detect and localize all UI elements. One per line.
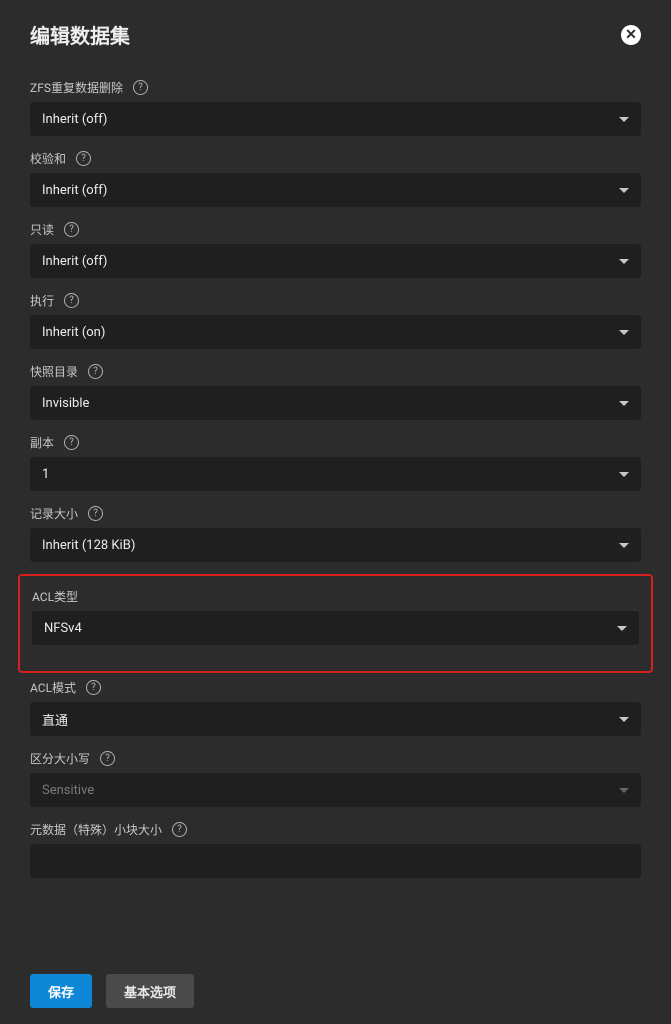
field-acl-mode: ACL模式 ? 直通 (30, 679, 641, 736)
dialog-content: ZFS重复数据删除 ? Inherit (off) 校验和 ? Inherit … (0, 79, 671, 878)
case-sensitivity-select: Sensitive (30, 773, 641, 807)
chevron-down-icon (619, 543, 629, 548)
help-icon[interactable]: ? (76, 151, 91, 166)
help-icon[interactable]: ? (133, 80, 148, 95)
field-metadata-special-block: 元数据（特殊）小块大小 ? (30, 821, 641, 878)
help-icon[interactable]: ? (64, 435, 79, 450)
help-icon[interactable]: ? (172, 822, 187, 837)
chevron-down-icon (619, 401, 629, 406)
readonly-select[interactable]: Inherit (off) (30, 244, 641, 278)
select-value: Invisible (42, 396, 89, 411)
field-label: 只读 (30, 221, 54, 238)
select-value: Sensitive (42, 783, 94, 798)
help-icon[interactable]: ? (100, 751, 115, 766)
help-icon[interactable]: ? (86, 680, 101, 695)
save-button[interactable]: 保存 (30, 974, 92, 1008)
checksum-select[interactable]: Inherit (off) (30, 173, 641, 207)
select-value: Inherit (off) (42, 112, 107, 127)
field-label: ACL模式 (30, 679, 76, 696)
select-value: 1 (42, 467, 49, 482)
chevron-down-icon (619, 259, 629, 264)
acl-type-highlight: ACL类型 NFSv4 (18, 574, 653, 673)
field-copies: 副本 ? 1 (30, 434, 641, 491)
field-label: 校验和 (30, 150, 66, 167)
field-label: 区分大小写 (30, 750, 90, 767)
field-label: 副本 (30, 434, 54, 451)
help-icon[interactable]: ? (64, 293, 79, 308)
field-record-size: 记录大小 ? Inherit (128 KiB) (30, 505, 641, 562)
chevron-down-icon (617, 626, 627, 631)
field-label: ZFS重复数据删除 (30, 79, 123, 96)
field-label: ACL类型 (32, 588, 78, 605)
dialog-title: 编辑数据集 (30, 20, 130, 49)
field-acl-type: ACL类型 NFSv4 (32, 588, 639, 645)
edit-dataset-dialog: 编辑数据集 ✕ ZFS重复数据删除 ? Inherit (off) 校验和 ? … (0, 0, 671, 1024)
chevron-down-icon (619, 117, 629, 122)
basic-options-button[interactable]: 基本选项 (106, 974, 194, 1008)
select-value: NFSv4 (44, 621, 82, 636)
help-icon[interactable]: ? (64, 222, 79, 237)
field-label: 元数据（特殊）小块大小 (30, 821, 162, 838)
field-snapshot-dir: 快照目录 ? Invisible (30, 363, 641, 420)
chevron-down-icon (619, 188, 629, 193)
help-icon[interactable]: ? (88, 506, 103, 521)
field-checksum: 校验和 ? Inherit (off) (30, 150, 641, 207)
select-value: Inherit (off) (42, 254, 107, 269)
field-label: 记录大小 (30, 505, 78, 522)
chevron-down-icon (619, 788, 629, 793)
chevron-down-icon (619, 472, 629, 477)
record-size-select[interactable]: Inherit (128 KiB) (30, 528, 641, 562)
help-icon[interactable]: ? (88, 364, 103, 379)
chevron-down-icon (619, 330, 629, 335)
acl-type-select[interactable]: NFSv4 (32, 611, 639, 645)
dialog-footer: 保存 基本选项 (0, 958, 671, 1024)
zfs-dedup-select[interactable]: Inherit (off) (30, 102, 641, 136)
field-label: 快照目录 (30, 363, 78, 380)
exec-select[interactable]: Inherit (on) (30, 315, 641, 349)
select-value: Inherit (128 KiB) (42, 538, 135, 553)
select-value: Inherit (off) (42, 183, 107, 198)
select-value: Inherit (on) (42, 325, 105, 340)
acl-mode-select[interactable]: 直通 (30, 702, 641, 736)
field-exec: 执行 ? Inherit (on) (30, 292, 641, 349)
copies-select[interactable]: 1 (30, 457, 641, 491)
field-zfs-dedup: ZFS重复数据删除 ? Inherit (off) (30, 79, 641, 136)
dialog-header: 编辑数据集 ✕ (0, 0, 671, 65)
metadata-special-input[interactable] (30, 844, 641, 878)
field-case-sensitivity: 区分大小写 ? Sensitive (30, 750, 641, 807)
snapshot-dir-select[interactable]: Invisible (30, 386, 641, 420)
select-value: 直通 (42, 710, 68, 729)
chevron-down-icon (619, 717, 629, 722)
field-label: 执行 (30, 292, 54, 309)
field-readonly: 只读 ? Inherit (off) (30, 221, 641, 278)
close-icon[interactable]: ✕ (621, 25, 641, 45)
